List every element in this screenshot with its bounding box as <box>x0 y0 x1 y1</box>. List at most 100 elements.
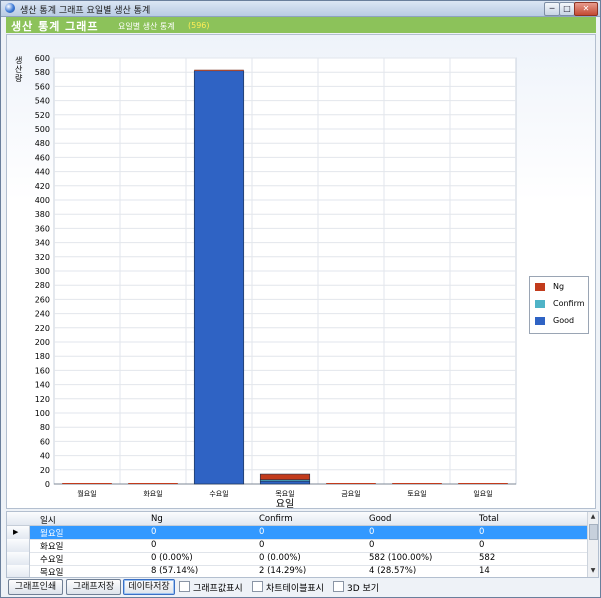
record-count: (596) <box>188 21 210 30</box>
column-header-date[interactable]: 일시 <box>40 514 56 526</box>
cell-total[interactable]: 0 <box>479 527 484 537</box>
y-tick-label: 600 <box>35 54 50 63</box>
close-button[interactable]: ✕ <box>574 2 598 16</box>
save-data-button[interactable]: 데이타저장 <box>123 579 175 595</box>
y-tick-label: 400 <box>35 196 50 205</box>
cell-confirm[interactable]: 0 <box>259 527 264 537</box>
cell-ng[interactable]: 8 (57.14%) <box>151 566 198 576</box>
row-header[interactable] <box>7 565 30 577</box>
cell-good[interactable]: 0 <box>369 527 374 537</box>
y-tick-label: 0 <box>45 480 50 489</box>
legend-swatch-good <box>535 317 545 325</box>
cell-ng[interactable]: 0 <box>151 527 156 537</box>
legend-item-good: Good <box>535 315 589 329</box>
x-tick-label: 금요일 <box>341 489 360 498</box>
cell-good[interactable]: 582 (100.00%) <box>369 553 432 563</box>
legend-swatch-confirm <box>535 300 545 308</box>
cell-day[interactable]: 목요일 <box>40 566 63 577</box>
title-bar[interactable]: 생산 통계 그래프 요일별 생산 통계 ─ □ ✕ <box>1 1 600 17</box>
cell-good[interactable]: 4 (28.57%) <box>369 566 416 576</box>
view-3d-checkbox[interactable] <box>333 581 344 592</box>
row-header[interactable]: ▶ <box>7 526 30 539</box>
legend-swatch-ng <box>535 283 545 291</box>
report-title: 생산 통계 그래프 <box>11 20 99 33</box>
table-row[interactable]: 목요일 8 (57.14%) 2 (14.29%) 4 (28.57%) 14 <box>7 565 587 577</box>
table-row[interactable]: 화요일 0 0 0 0 <box>7 539 587 553</box>
y-tick-label: 120 <box>35 395 50 404</box>
y-axis-label: 생산량 <box>15 55 23 83</box>
y-tick-label: 340 <box>35 239 50 248</box>
y-tick-label: 100 <box>35 409 50 418</box>
current-row-arrow-icon: ▶ <box>13 528 19 536</box>
row-header[interactable] <box>7 552 30 565</box>
cell-ng[interactable]: 0 <box>151 540 156 550</box>
y-tick-label: 440 <box>35 168 50 177</box>
column-header-total[interactable]: Total <box>479 514 499 524</box>
cell-confirm[interactable]: 2 (14.29%) <box>259 566 306 576</box>
legend-label-good: Good <box>553 316 575 325</box>
cell-confirm[interactable]: 0 <box>259 540 264 550</box>
cell-confirm[interactable]: 0 (0.00%) <box>259 553 301 563</box>
scroll-down-icon[interactable]: ▼ <box>589 567 597 575</box>
cell-day[interactable]: 월요일 <box>40 527 63 539</box>
x-tick-label: 일요일 <box>473 489 492 498</box>
maximize-button[interactable]: □ <box>559 2 575 16</box>
bar-good <box>193 70 245 485</box>
row-header[interactable] <box>7 539 30 552</box>
show-values-checkbox[interactable] <box>179 581 190 592</box>
bar-ng <box>194 69 244 71</box>
chart-panel: 0 20 40 60 80 100 120 140 160 180 200 220 240 260 280 3… <box>6 34 596 510</box>
x-tick-label: 월요일 <box>77 489 96 498</box>
legend-item-ng: Ng <box>535 281 589 295</box>
report-subtitle: 요일별 생산 통계 <box>118 22 175 31</box>
bar-ng <box>392 483 442 484</box>
bar-ng <box>62 483 112 484</box>
show-values-label[interactable]: 그래프값표시 <box>193 581 243 594</box>
x-tick-label: 목요일 <box>275 489 294 498</box>
y-tick-label: 280 <box>35 281 50 290</box>
x-tick-label: 토요일 <box>407 489 426 498</box>
view-3d-label[interactable]: 3D 보기 <box>347 581 379 594</box>
bar-ng <box>259 473 311 481</box>
y-tick-label: 220 <box>35 324 50 333</box>
cell-day[interactable]: 화요일 <box>40 540 63 552</box>
show-table-label[interactable]: 차트테이블표시 <box>266 581 324 594</box>
y-tick-label: 200 <box>35 338 50 347</box>
app-globe-icon <box>5 3 15 13</box>
y-tick-label: 240 <box>35 310 50 319</box>
scroll-up-icon[interactable]: ▲ <box>589 513 597 521</box>
legend-item-confirm: Confirm <box>535 298 589 312</box>
y-tick-label: 560 <box>35 82 50 91</box>
minimize-button[interactable]: ─ <box>544 2 560 16</box>
column-header-good[interactable]: Good <box>369 514 391 524</box>
table-row[interactable]: 수요일 0 (0.00%) 0 (0.00%) 582 (100.00%) 58… <box>7 552 587 566</box>
y-tick-label: 300 <box>35 267 50 276</box>
y-tick-label: 380 <box>35 210 50 219</box>
vertical-scrollbar[interactable]: ▲ ▼ <box>587 512 598 577</box>
scroll-thumb[interactable] <box>589 524 598 540</box>
cell-good[interactable]: 0 <box>369 540 374 550</box>
print-graph-button[interactable]: 그래프인쇄 <box>8 579 63 595</box>
y-tick-label: 160 <box>35 366 50 375</box>
table-row[interactable]: ▶ 월요일 0 0 0 0 <box>7 526 587 540</box>
chart-legend: Ng Confirm Good <box>529 276 589 334</box>
bar-ng <box>128 483 178 484</box>
y-tick-label: 320 <box>35 253 50 262</box>
show-table-checkbox[interactable] <box>252 581 263 592</box>
cell-day[interactable]: 수요일 <box>40 553 63 565</box>
y-tick-label: 260 <box>35 295 50 304</box>
bar-good <box>259 480 311 485</box>
cell-total[interactable]: 582 <box>479 553 495 563</box>
save-graph-button[interactable]: 그래프저장 <box>66 579 121 595</box>
cell-total[interactable]: 14 <box>479 566 490 576</box>
column-header-ng[interactable]: Ng <box>151 514 163 524</box>
main-window: 생산 통계 그래프 요일별 생산 통계 ─ □ ✕ 생산 통계 그래프 요일별 … <box>0 0 601 598</box>
cell-total[interactable]: 0 <box>479 540 484 550</box>
data-grid[interactable]: 일시 Ng Confirm Good Total ▶ 월요일 0 0 0 0 화… <box>6 511 599 578</box>
cell-ng[interactable]: 0 (0.00%) <box>151 553 193 563</box>
y-tick-label: 580 <box>35 68 50 77</box>
x-tick-label: 화요일 <box>143 489 162 498</box>
y-tick-label: 20 <box>40 466 50 475</box>
report-header: 생산 통계 그래프 요일별 생산 통계 (596) <box>6 17 596 33</box>
column-header-confirm[interactable]: Confirm <box>259 514 293 524</box>
